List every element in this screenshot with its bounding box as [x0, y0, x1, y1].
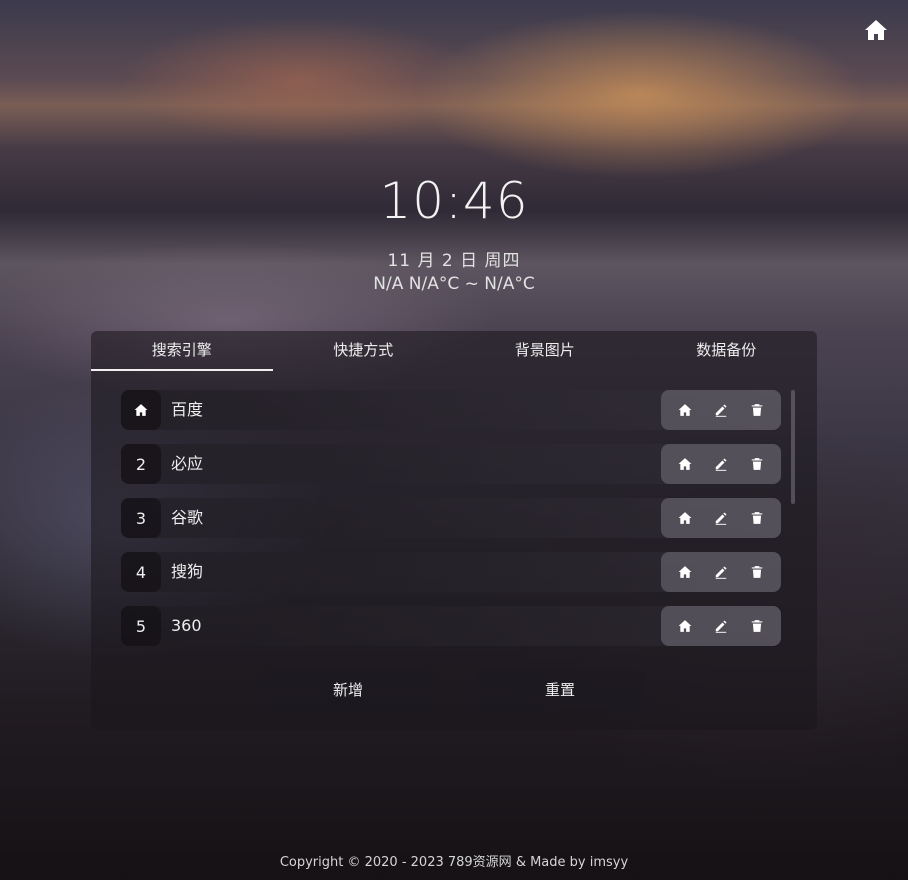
set-default-icon[interactable]	[671, 504, 699, 532]
tab-bar: 搜索引擎 快捷方式 背景图片 数据备份	[91, 331, 817, 371]
footer-copyright: Copyright © 2020 - 2023 789资源网 & Made by…	[279, 855, 629, 870]
engine-index: 5	[121, 606, 161, 646]
engine-row[interactable]: 百度	[121, 390, 781, 430]
trash-icon[interactable]	[743, 558, 771, 586]
tab-background[interactable]: 背景图片	[454, 331, 636, 371]
set-default-icon[interactable]	[671, 612, 699, 640]
engine-list: 百度 2 必应 3 谷歌 4 搜狗 5 360	[121, 390, 781, 660]
engine-row[interactable]: 4 搜狗	[121, 552, 781, 592]
set-default-icon[interactable]	[671, 450, 699, 478]
edit-icon[interactable]	[707, 558, 735, 586]
home-icon[interactable]	[862, 16, 890, 44]
tab-backup[interactable]: 数据备份	[636, 331, 818, 371]
engine-row[interactable]: 3 谷歌	[121, 498, 781, 538]
set-default-icon[interactable]	[671, 558, 699, 586]
engine-name: 必应	[171, 454, 204, 473]
trash-icon[interactable]	[743, 504, 771, 532]
engine-name: 百度	[171, 400, 204, 419]
home-icon	[121, 390, 161, 430]
set-default-icon[interactable]	[671, 396, 699, 424]
engine-actions	[661, 552, 781, 592]
edit-icon[interactable]	[707, 396, 735, 424]
trash-icon[interactable]	[743, 396, 771, 424]
engine-index: 3	[121, 498, 161, 538]
trash-icon[interactable]	[743, 450, 771, 478]
scrollbar[interactable]	[791, 390, 795, 504]
tab-shortcuts[interactable]: 快捷方式	[273, 331, 455, 371]
trash-icon[interactable]	[743, 612, 771, 640]
engine-index: 4	[121, 552, 161, 592]
reset-button[interactable]: 重置	[474, 670, 646, 710]
edit-icon[interactable]	[707, 612, 735, 640]
date-text: 11 月 2 日 周四	[387, 251, 521, 271]
engine-actions	[661, 606, 781, 646]
engine-name: 360	[171, 616, 202, 635]
settings-panel: 搜索引擎 快捷方式 背景图片 数据备份 百度 2 必应 3 谷歌 4 搜狗 5 360 新增 重…	[91, 331, 817, 730]
engine-row[interactable]: 5 360	[121, 606, 781, 646]
weather-text: N/A N/A°C ~ N/A°C	[373, 274, 535, 294]
add-button[interactable]: 新增	[262, 670, 434, 710]
edit-icon[interactable]	[707, 450, 735, 478]
engine-name: 谷歌	[171, 508, 204, 527]
engine-actions	[661, 390, 781, 430]
tab-search-engine[interactable]: 搜索引擎	[91, 331, 273, 371]
engine-row[interactable]: 2 必应	[121, 444, 781, 484]
engine-actions	[661, 498, 781, 538]
engine-name: 搜狗	[171, 562, 204, 581]
clock-time: 10:46	[379, 172, 529, 230]
edit-icon[interactable]	[707, 504, 735, 532]
engine-index: 2	[121, 444, 161, 484]
engine-actions	[661, 444, 781, 484]
